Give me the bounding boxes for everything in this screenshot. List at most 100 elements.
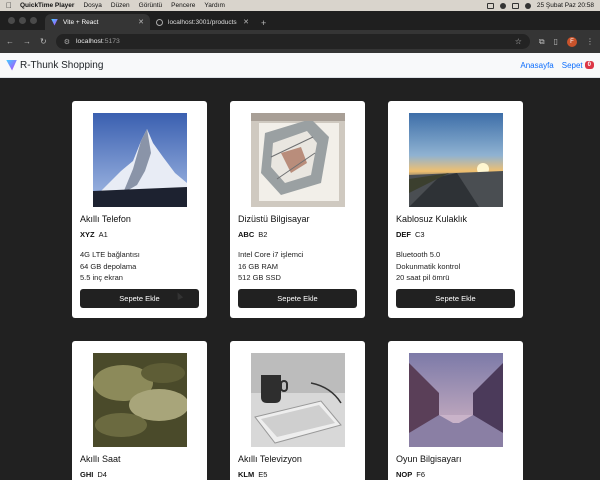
new-tab-button[interactable]: + <box>255 18 272 30</box>
product-brand-model: XYZ A1 <box>80 230 108 239</box>
menu-view[interactable]: Görüntü <box>139 2 163 9</box>
vite-favicon-icon <box>51 18 58 26</box>
vite-logo-icon <box>6 59 17 71</box>
menu-edit[interactable]: Düzen <box>111 2 130 9</box>
product-model: D4 <box>97 470 107 479</box>
minimize-window-button[interactable] <box>19 17 26 24</box>
menu-file[interactable]: Dosya <box>83 2 101 9</box>
menubar-clock[interactable]: 25 Şubat Paz 20:58 <box>537 2 594 9</box>
cart-link[interactable]: Sepet 0 <box>562 61 594 70</box>
brand-title: R-Thunk Shopping <box>20 59 104 71</box>
siri-icon[interactable] <box>524 2 531 9</box>
menu-app-name[interactable]: QuickTime Player <box>20 2 74 9</box>
forward-arrow-icon[interactable]: → <box>23 37 31 46</box>
product-brand: GHI <box>80 470 94 479</box>
nav-links: Anasayfa Sepet 0 <box>520 61 594 70</box>
product-image-desk-keyboard <box>251 353 345 447</box>
control-center-icon[interactable] <box>511 2 519 9</box>
product-model: F6 <box>416 470 426 479</box>
product-brand: NOP <box>396 470 413 479</box>
menu-window[interactable]: Pencere <box>171 2 195 9</box>
spec-line: Bluetooth 5.0 <box>396 250 441 259</box>
browser-tab-strip: Vite + React ✕ localhost:3001/products ✕… <box>0 11 600 30</box>
product-brand-model: NOP F6 <box>396 470 425 479</box>
add-to-cart-button[interactable]: Sepete Ekle <box>238 289 357 308</box>
cart-count-badge: 0 <box>584 61 594 70</box>
product-specs: Bluetooth 5.0 Dokunmatik kontrol 20 saat… <box>396 249 460 284</box>
product-image-mountain <box>93 113 187 207</box>
zoom-window-button[interactable] <box>30 17 37 24</box>
spec-line: 4G LTE bağlantısı <box>80 250 140 259</box>
product-specs: Intel Core i7 işlemci 16 GB RAM 512 GB S… <box>238 249 303 284</box>
product-brand-model: ABC B2 <box>238 230 267 239</box>
product-brand: KLM <box>238 470 255 479</box>
product-model: A1 <box>98 230 108 239</box>
menu-help[interactable]: Yardım <box>204 2 224 9</box>
product-model: C3 <box>415 230 425 239</box>
product-name: Dizüstü Bilgisayar <box>238 214 310 224</box>
spec-line: Dokunmatik kontrol <box>396 261 461 271</box>
spec-line: 512 GB SSD <box>238 273 281 282</box>
reload-icon[interactable]: ↻ <box>40 37 47 46</box>
site-info-icon[interactable]: ⚙ <box>64 38 70 46</box>
extensions-icon[interactable]: ⧉ <box>539 37 545 47</box>
wifi-icon[interactable] <box>499 2 506 9</box>
tab-title: localhost:3001/products <box>168 18 237 26</box>
product-card: Oyun Bilgisayarı NOP F6 <box>388 341 523 480</box>
product-card: Akıllı Televizyon KLM E5 <box>230 341 365 480</box>
browser-toolbar: ← → ↻ ⚙ localhost:5173 ☆ ⧉ ▯ F ⋮ <box>0 30 600 53</box>
bookmark-star-icon[interactable]: ☆ <box>515 37 522 46</box>
product-image-clouds <box>93 353 187 447</box>
product-image-broken-window <box>251 113 345 207</box>
product-name: Akıllı Telefon <box>80 214 131 224</box>
spec-line: 64 GB depolama <box>80 261 137 271</box>
url-port: :5173 <box>102 38 120 45</box>
home-link[interactable]: Anasayfa <box>520 61 553 70</box>
product-name: Oyun Bilgisayarı <box>396 454 462 464</box>
product-image-canal-city <box>409 353 503 447</box>
status-tray: 25 Şubat Paz 20:58 <box>486 2 594 9</box>
product-name: Kablosuz Kulaklık <box>396 214 468 224</box>
product-brand: XYZ <box>80 230 95 239</box>
close-tab-icon[interactable]: ✕ <box>243 18 249 26</box>
apple-icon[interactable]:  <box>6 1 12 10</box>
app-navbar: R-Thunk Shopping Anasayfa Sepet 0 <box>0 53 600 78</box>
product-card: Dizüstü Bilgisayar ABC B2 Intel Core i7 i… <box>230 101 365 318</box>
cart-label: Sepet <box>561 60 583 70</box>
chrome-menu-icon[interactable]: ⋮ <box>586 37 594 46</box>
product-card: Akıllı Telefon XYZ A1 4G LTE bağlantısı 6… <box>72 101 207 318</box>
product-brand: ABC <box>238 230 255 239</box>
product-brand-model: GHI D4 <box>80 470 107 479</box>
product-card: Akıllı Saat GHI D4 <box>72 341 207 480</box>
spec-line: 5.5 inç ekran <box>80 273 123 282</box>
product-card: Kablosuz Kulaklık DEF C3 Bluetooth 5.0 Do… <box>388 101 523 318</box>
product-specs: 4G LTE bağlantısı 64 GB depolama 5.5 inç… <box>80 249 140 284</box>
product-name: Akıllı Saat <box>80 454 121 464</box>
product-name: Akıllı Televizyon <box>238 454 302 464</box>
profile-avatar[interactable]: F <box>567 36 577 47</box>
product-brand-model: DEF C3 <box>396 230 425 239</box>
url-host: localhost <box>75 38 103 45</box>
close-window-button[interactable] <box>8 17 15 24</box>
close-tab-icon[interactable]: ✕ <box>138 18 144 26</box>
battery-icon[interactable] <box>486 2 494 9</box>
tab-products[interactable]: localhost:3001/products ✕ <box>150 14 255 30</box>
product-brand: DEF <box>396 230 411 239</box>
product-model: E5 <box>258 470 268 479</box>
product-brand-model: KLM E5 <box>238 470 267 479</box>
globe-favicon-icon <box>156 18 163 26</box>
spec-line: 20 saat pil ömrü <box>396 273 450 282</box>
tab-vite-react[interactable]: Vite + React ✕ <box>45 14 150 30</box>
spec-line: 16 GB RAM <box>238 261 279 271</box>
add-to-cart-button[interactable]: Sepete Ekle <box>396 289 515 308</box>
side-panel-icon[interactable]: ▯ <box>554 37 558 46</box>
window-controls <box>0 11 45 30</box>
add-to-cart-button[interactable]: Sepete Ekle <box>80 289 199 308</box>
tab-title: Vite + React <box>63 18 99 26</box>
navbar-brand[interactable]: R-Thunk Shopping <box>6 59 104 71</box>
product-model: B2 <box>258 230 268 239</box>
product-image-sunset-road <box>409 113 503 207</box>
back-arrow-icon[interactable]: ← <box>6 37 14 46</box>
spec-line: Intel Core i7 işlemci <box>238 250 304 259</box>
address-bar[interactable]: ⚙ localhost:5173 ☆ <box>55 34 530 49</box>
